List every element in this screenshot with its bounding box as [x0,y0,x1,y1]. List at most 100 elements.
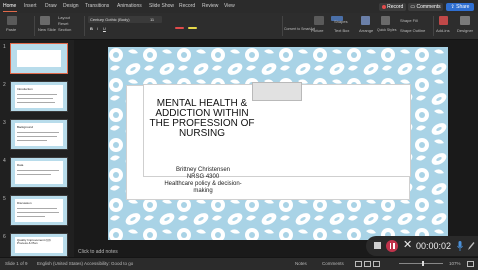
section-button[interactable]: Section [58,27,71,32]
text-box-label[interactable]: Text Box [334,28,349,33]
tab-record[interactable]: Record [179,3,195,9]
tab-insert[interactable]: Insert [24,3,37,9]
zoom-level[interactable]: 107% [449,261,461,266]
thumbnail-number: 5 [3,196,6,202]
tab-transitions[interactable]: Transitions [85,3,109,9]
pen-icon[interactable] [467,241,475,251]
zoom-slider[interactable] [399,261,443,266]
accessibility-status[interactable]: Accessibility: Good to go [84,261,133,266]
slide-author[interactable]: Brittney Christensen [148,167,258,173]
ribbon-divider [282,16,283,36]
tab-view[interactable]: View [224,3,235,9]
slide-course[interactable]: NRSG 4300 [148,174,258,180]
zoom-slider-handle[interactable] [422,261,424,266]
microphone-icon[interactable] [457,241,463,251]
slide-title[interactable]: MENTAL HEALTH & ADDICTION WITHIN THE PRO… [147,99,257,139]
thumbnail-text-line [17,216,45,217]
active-tab-indicator [3,11,17,12]
ribbon-divider [34,16,35,36]
ribbon-divider [84,16,85,36]
thumbnail-text-line [17,208,57,209]
add-ins-label[interactable]: Add-ins [436,28,450,33]
ribbon-divider [433,16,434,36]
slide-thumbnail-6[interactable]: Quality Improvement (QI) Process & Plan [10,233,68,257]
slide-thumbnail-4[interactable]: Data [10,157,68,188]
comment-icon: ▭ [410,4,416,10]
thumbnail-text-line [17,174,51,175]
reset-button[interactable]: Reset [58,21,68,26]
arrange-label[interactable]: Arrange [359,28,373,33]
normal-view-icon[interactable] [355,261,362,267]
thumbnail-text-line [17,98,53,99]
thumbnail-title: Introduction [17,87,33,91]
layout-button[interactable]: Layout [58,15,70,20]
reading-view-icon[interactable] [373,261,380,267]
font-size-value: 11 [150,17,155,22]
paste-icon[interactable] [7,16,17,25]
notes-toggle[interactable]: Notes [295,261,307,266]
thumbnail-text-line [17,140,47,141]
thumbnail-number: 1 [3,44,6,50]
thumbnail-title: Quality Improvement (QI) Process & Plan [17,238,51,246]
bold-button[interactable]: B [90,26,93,31]
ribbon: Paste New Slide Layout Reset Section Cen… [0,13,478,40]
notes-placeholder[interactable]: Click to add notes [78,249,118,255]
thumbnail-number: 2 [3,82,6,88]
font-color-icon[interactable] [175,27,184,29]
slide-subject-line-2[interactable]: making [148,188,258,194]
slide-thumbnail-1[interactable] [10,43,68,74]
tab-slide-show[interactable]: Slide Show [149,3,174,9]
thumbnail-text-line [17,170,59,171]
tab-animations[interactable]: Animations [117,3,142,9]
tab-draw[interactable]: Draw [45,3,57,9]
new-slide-label[interactable]: New Slide [38,27,56,32]
language-indicator[interactable]: English (United States) [37,261,83,266]
shape-fill-button[interactable]: Shape Fill [400,18,418,23]
font-size-select[interactable]: 11 [148,16,162,23]
designer-icon[interactable] [460,16,470,25]
new-slide-icon[interactable] [40,16,50,25]
record-button[interactable]: Record [379,3,406,11]
menu-bar: Home Insert Draw Design Transitions Anim… [0,0,478,13]
cancel-recording-icon[interactable]: ✕ [403,238,412,251]
quick-styles-icon[interactable] [381,16,390,25]
thumbnail-text-line [17,136,57,137]
pause-bar-left [389,243,391,249]
underline-button[interactable]: U [103,26,106,31]
picture-icon[interactable] [314,16,324,25]
comments-toggle[interactable]: Comments [322,261,344,266]
thumbnail-title: Discussion [17,201,32,205]
shapes-label[interactable]: Shapes [334,19,348,24]
tab-home[interactable]: Home [3,3,16,9]
highlight-icon[interactable] [188,27,197,29]
add-ins-icon[interactable] [439,16,448,25]
quick-styles-label[interactable]: Quick Styles [377,28,396,32]
pause-button[interactable] [386,240,398,252]
pause-bar-right [393,243,395,249]
comments-button[interactable]: ▭ Comments [408,3,443,11]
record-dot-icon [381,4,386,9]
thumbnail-title: Data [17,163,24,167]
shape-outline-button[interactable]: Shape Outline [400,28,425,33]
slide-subject-line-1[interactable]: Healthcare policy & decision- [148,181,258,187]
italic-button[interactable]: I [97,26,98,31]
font-name-value: Century Gothic (Body) [90,17,130,22]
stop-icon[interactable] [374,242,381,249]
share-button[interactable]: ⇪ Share [446,3,474,11]
paste-label[interactable]: Paste [6,27,16,32]
slide-thumbnail-2[interactable]: Introduction [10,81,68,112]
slide-thumbnail-5[interactable]: Discussion [10,195,68,226]
tab-design[interactable]: Design [63,3,79,9]
comments-button-label: Comments [416,4,441,10]
picture-label[interactable]: Picture [311,28,323,33]
thumbnail-number: 4 [3,158,6,164]
slide-thumbnail-pane[interactable]: 1 2 Introduction 3 Background 4 Data 5 D… [0,40,74,257]
slide-thumbnail-3[interactable]: Background [10,119,68,150]
slide-sorter-icon[interactable] [364,261,371,267]
status-bar: Slide 1 of 9 English (United States) Acc… [0,257,478,270]
fit-to-window-icon[interactable] [467,261,474,267]
designer-label[interactable]: Designer [457,28,473,33]
arrange-icon[interactable] [361,16,370,25]
tab-review[interactable]: Review [202,3,218,9]
thumbnail-text-line [17,132,59,133]
